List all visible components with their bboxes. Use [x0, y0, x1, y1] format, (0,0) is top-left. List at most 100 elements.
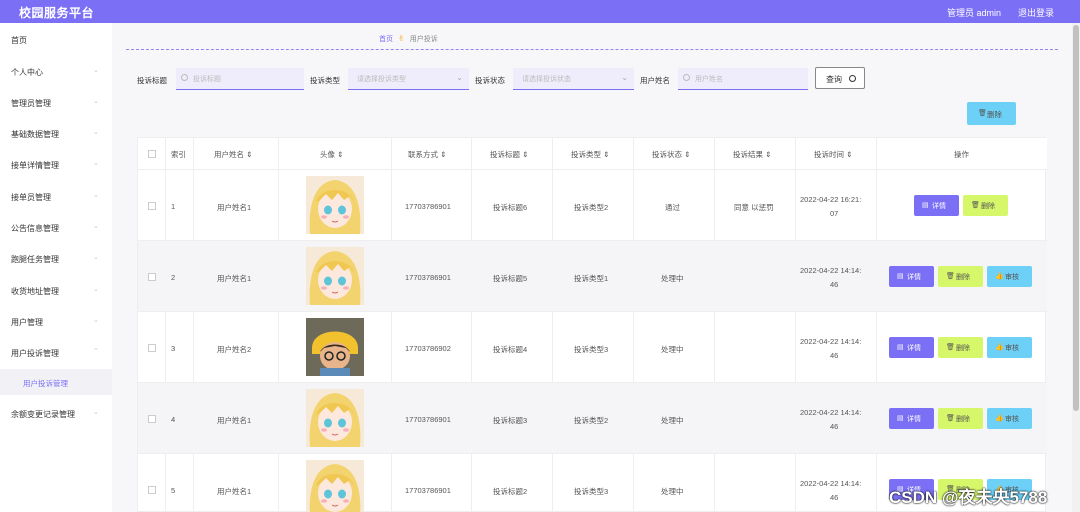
complaint-status-select[interactable]: 请选择投诉状态 ⌄ — [513, 68, 634, 90]
thumbs-up-icon: 👍 — [995, 273, 1004, 280]
header-label: 联系方式 — [408, 150, 438, 159]
header-contact[interactable]: 联系方式 ⇕ — [408, 149, 446, 160]
cell-user-name: 用户姓名1 — [217, 416, 252, 425]
search-button-label: 查询 — [826, 75, 842, 84]
table-row: 4 用户姓名1 17703786901 投诉标题3 投诉类型2 处理中 2022-04-22… — [138, 383, 1047, 454]
button-label: 审核 — [1005, 274, 1019, 281]
detail-button[interactable]: ▤ 详情 — [914, 195, 959, 216]
delete-button[interactable]: 🗑 删除 — [938, 408, 983, 429]
detail-button[interactable]: ▤ 详情 — [889, 337, 934, 358]
avatar — [306, 460, 364, 512]
cell-complaint-time-seconds: 46 — [830, 280, 839, 289]
complaint-title-input[interactable]: 投诉标题 — [176, 68, 304, 90]
sidebar-item-errand[interactable]: 跑腿任务管理 ⌄ — [0, 245, 112, 271]
sort-icon: ⇕ — [765, 150, 772, 159]
top-bar: 校园服务平台 管理员 admin 退出登录 — [0, 0, 1080, 23]
header-complaint-result[interactable]: 投诉结果 ⇕ — [733, 149, 771, 160]
trash-icon: 🗑 — [946, 344, 955, 351]
delete-button[interactable]: 🗑 删除 — [938, 266, 983, 287]
header-label: 投诉类型 — [571, 150, 601, 159]
select-placeholder: 请选择投诉类型 — [357, 76, 406, 83]
scrollbar-thumb[interactable] — [1073, 25, 1079, 411]
button-label: 删除 — [956, 274, 970, 281]
table-row: 1 用户姓名1 17703786901 投诉标题6 投诉类型2 通过 同意 以惩罚 2022-… — [138, 170, 1047, 241]
sidebar-item-admin[interactable]: 管理员管理 ⌄ — [0, 89, 112, 115]
button-label: 详情 — [907, 345, 921, 352]
select-all-checkbox[interactable] — [148, 150, 156, 158]
search-button[interactable]: 查询 — [815, 67, 865, 89]
sidebar-item-users[interactable]: 用户管理 ⌄ — [0, 308, 112, 334]
cell-complaint-title: 投诉标题2 — [493, 487, 528, 496]
delete-button[interactable]: 🗑 删除 — [963, 195, 1008, 216]
header-complaint-time[interactable]: 投诉时间 ⇕ — [814, 149, 852, 160]
breadcrumb-home[interactable]: 首页 — [379, 36, 393, 43]
sort-icon: ⇕ — [522, 150, 529, 159]
watermark: CSDN @夜未央5788 — [889, 488, 1048, 507]
delete-button[interactable]: 🗑 删除 — [938, 337, 983, 358]
audit-button[interactable]: 👍 审核 — [987, 266, 1032, 287]
row-checkbox[interactable] — [148, 202, 156, 210]
cell-contact: 17703786901 — [405, 415, 451, 424]
chevron-down-icon: ⌄ — [93, 192, 99, 199]
filter-name-label: 用户姓名 — [640, 76, 670, 85]
chevron-down-icon: ⌄ — [93, 129, 99, 136]
button-label: 详情 — [907, 274, 921, 281]
sidebar-item-label: 接单详情管理 — [11, 161, 59, 170]
cell-complaint-time: 2022-04-22 14:14: — [800, 479, 862, 488]
sidebar-item-home[interactable]: 首页 — [0, 26, 112, 52]
sidebar-item-notice[interactable]: 公告信息管理 ⌄ — [0, 214, 112, 240]
row-checkbox[interactable] — [148, 273, 156, 281]
sidebar-item-courier[interactable]: 接单员管理 ⌄ — [0, 183, 112, 209]
audit-button[interactable]: 👍 审核 — [987, 337, 1032, 358]
cell-contact: 17703786902 — [405, 344, 451, 353]
table-header: 索引 用户姓名 ⇕ 头像 ⇕ 联系方式 ⇕ 投诉标题 ⇕ 投诉类型 ⇕ 投诉状态… — [138, 138, 1047, 170]
sidebar-item-address[interactable]: 收货地址管理 ⌄ — [0, 277, 112, 303]
header-complaint-type[interactable]: 投诉类型 ⇕ — [571, 149, 609, 160]
cell-user-name: 用户姓名1 — [217, 274, 252, 283]
header-actions: 操作 — [954, 150, 969, 159]
header-label: 用户姓名 — [214, 150, 244, 159]
document-icon: ▤ — [897, 415, 904, 422]
sidebar-item-complaints[interactable]: 用户投诉管理 ⌃ — [0, 339, 112, 365]
cell-complaint-title: 投诉标题4 — [493, 345, 528, 354]
row-checkbox[interactable] — [148, 344, 156, 352]
sidebar-item-base-data[interactable]: 基础数据管理 ⌄ — [0, 120, 112, 146]
header-complaint-status[interactable]: 投诉状态 ⇕ — [652, 149, 690, 160]
logout-link[interactable]: 退出登录 — [1018, 6, 1054, 19]
user-name-input[interactable]: 用户姓名 — [678, 68, 808, 90]
row-checkbox[interactable] — [148, 415, 156, 423]
search-icon — [181, 74, 188, 81]
header-user-name[interactable]: 用户姓名 ⇕ — [214, 149, 252, 160]
sort-icon: ⇕ — [337, 150, 344, 159]
input-placeholder: 用户姓名 — [695, 76, 723, 83]
detail-button[interactable]: ▤ 详情 — [889, 408, 934, 429]
input-placeholder: 投诉标题 — [193, 76, 221, 83]
button-label: 详情 — [907, 416, 921, 423]
sidebar-subitem-complaint-management[interactable]: 用户投诉管理 — [0, 369, 112, 395]
sidebar-item-order-detail[interactable]: 接单详情管理 ⌄ — [0, 151, 112, 177]
sidebar-item-label: 个人中心 — [11, 68, 43, 77]
audit-button[interactable]: 👍 审核 — [987, 408, 1032, 429]
cell-complaint-type: 投诉类型1 — [574, 274, 609, 283]
sidebar-item-balance[interactable]: 余额变更记录管理 ⌄ — [0, 400, 112, 426]
cell-complaint-type: 投诉类型3 — [574, 487, 609, 496]
sidebar-subitem-label: 用户投诉管理 — [23, 379, 68, 388]
complaint-type-select[interactable]: 请选择投诉类型 ⌄ — [348, 68, 469, 90]
page-scrollbar[interactable] — [1072, 23, 1080, 512]
detail-button[interactable]: ▤ 详情 — [889, 266, 934, 287]
sidebar-item-label: 公告信息管理 — [11, 224, 59, 233]
sidebar-item-profile[interactable]: 个人中心 ⌄ — [0, 58, 112, 84]
filter-type-label: 投诉类型 — [310, 76, 340, 85]
bulk-delete-button[interactable]: 🗑 删除 — [967, 102, 1016, 125]
cell-complaint-title: 投诉标题3 — [493, 416, 528, 425]
hand-icon: ✌ — [398, 34, 405, 43]
header-label: 投诉标题 — [490, 150, 520, 159]
row-checkbox[interactable] — [148, 486, 156, 494]
app-title: 校园服务平台 — [19, 6, 95, 20]
header-avatar[interactable]: 头像 ⇕ — [320, 149, 343, 160]
cell-complaint-type: 投诉类型2 — [574, 203, 609, 212]
cell-complaint-status: 处理中 — [661, 416, 684, 425]
cell-complaint-time-seconds: 46 — [830, 493, 839, 502]
header-complaint-title[interactable]: 投诉标题 ⇕ — [490, 149, 528, 160]
cell-index: 4 — [171, 415, 176, 424]
